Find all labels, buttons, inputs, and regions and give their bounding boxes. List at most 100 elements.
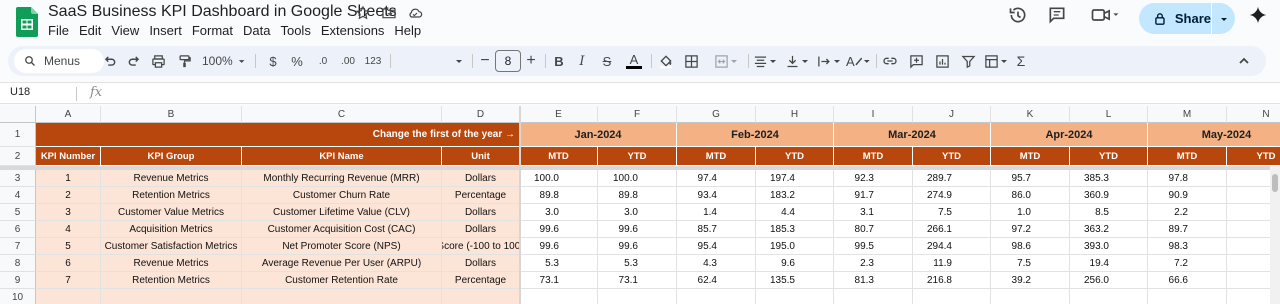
data-cell[interactable]: 81.3 [834, 272, 913, 289]
column-header-l[interactable]: L [1070, 106, 1148, 123]
data-cell[interactable]: 97.8 [1148, 170, 1227, 187]
data-cell[interactable]: 7 [36, 272, 101, 289]
data-cell[interactable]: Customer Acquisition Cost (CAC) [242, 221, 442, 238]
row-header-6[interactable]: 6 [0, 221, 36, 238]
print-icon[interactable] [148, 50, 168, 72]
data-cell[interactable]: Percentage [442, 187, 520, 204]
data-cell[interactable]: 100.0 [598, 170, 677, 187]
data-cell[interactable]: 7.5 [913, 204, 991, 221]
data-cell[interactable]: 256.0 [1070, 272, 1148, 289]
data-cell[interactable]: Net Promoter Score (NPS) [242, 238, 442, 255]
menu-data[interactable]: Data [243, 23, 276, 38]
data-cell[interactable]: 274.9 [913, 187, 991, 204]
data-cell[interactable]: 99.6 [520, 221, 598, 238]
data-cell[interactable]: 73.1 [520, 272, 598, 289]
column-header-d[interactable]: D [442, 106, 520, 123]
bold-icon[interactable]: B [550, 50, 568, 72]
row-header-9[interactable]: 9 [0, 272, 36, 289]
data-cell[interactable]: Customer Value Metrics [101, 204, 242, 221]
share-button[interactable]: Share [1139, 3, 1211, 34]
data-cell[interactable]: Dollars [442, 255, 520, 272]
data-cell[interactable]: Customer Lifetime Value (CLV) [242, 204, 442, 221]
row-header-10[interactable]: 10 [0, 289, 36, 304]
font-family-select[interactable] [394, 50, 464, 72]
row-header-1[interactable]: 1 [0, 123, 36, 147]
menu-extensions[interactable]: Extensions [321, 23, 391, 38]
name-box[interactable]: U18 [10, 86, 30, 98]
empty-cell[interactable] [242, 289, 442, 304]
row-header-4[interactable]: 4 [0, 187, 36, 204]
insert-comment-icon[interactable] [906, 50, 926, 72]
column-header-m[interactable]: M [1148, 106, 1227, 123]
column-header-i[interactable]: I [834, 106, 913, 123]
undo-icon[interactable] [100, 50, 120, 72]
data-cell[interactable]: 197.4 [756, 170, 834, 187]
row-header-3[interactable]: 3 [0, 170, 36, 187]
column-header-b[interactable]: B [101, 106, 242, 123]
data-cell[interactable]: 89.8 [598, 187, 677, 204]
data-cell[interactable]: 99.6 [598, 221, 677, 238]
data-cell[interactable]: 183.2 [756, 187, 834, 204]
data-cell[interactable]: 89.7 [1148, 221, 1227, 238]
data-cell[interactable]: 185.3 [756, 221, 834, 238]
menu-format[interactable]: Format [192, 23, 239, 38]
column-header-c[interactable]: C [242, 106, 442, 123]
data-cell[interactable]: 89.8 [520, 187, 598, 204]
percent-format-button[interactable]: % [289, 50, 305, 72]
data-cell[interactable]: 93.4 [677, 187, 756, 204]
empty-cell[interactable] [442, 289, 520, 304]
data-cell[interactable]: 360.9 [1070, 187, 1148, 204]
data-cell[interactable]: 216.8 [913, 272, 991, 289]
filter-icon[interactable] [958, 50, 978, 72]
data-cell[interactable]: 99.5 [834, 238, 913, 255]
redo-icon[interactable] [124, 50, 144, 72]
data-cell[interactable]: 95.7 [991, 170, 1070, 187]
insert-link-icon[interactable] [880, 50, 900, 72]
decrease-decimal-button[interactable]: .0 [312, 50, 334, 72]
scrollbar-thumb[interactable] [1272, 174, 1278, 192]
data-cell[interactable]: Acquisition Metrics [101, 221, 242, 238]
empty-cell[interactable] [36, 289, 101, 304]
data-cell[interactable]: 363.2 [1070, 221, 1148, 238]
fill-color-icon[interactable] [656, 50, 676, 72]
text-wrapping-icon[interactable] [816, 50, 842, 72]
data-cell[interactable]: Revenue Metrics [101, 255, 242, 272]
sheets-logo-icon[interactable] [16, 7, 38, 37]
data-cell[interactable]: 99.6 [598, 238, 677, 255]
vertical-align-icon[interactable] [784, 50, 810, 72]
data-cell[interactable]: Customer Retention Rate [242, 272, 442, 289]
menu-file[interactable]: File [48, 23, 75, 38]
data-cell[interactable]: 9.6 [756, 255, 834, 272]
data-cell[interactable]: 73.1 [598, 272, 677, 289]
font-size-input[interactable]: 8 [495, 50, 521, 72]
number-format-button[interactable]: 123 [362, 50, 384, 72]
data-cell[interactable]: 86.0 [991, 187, 1070, 204]
data-cell[interactable]: 385.3 [1070, 170, 1148, 187]
increase-decimal-button[interactable]: .00 [336, 50, 360, 72]
data-cell[interactable]: 7.2 [1148, 255, 1227, 272]
data-cell[interactable]: 266.1 [913, 221, 991, 238]
data-cell[interactable]: 3.0 [520, 204, 598, 221]
formula-input[interactable] [112, 85, 1262, 101]
text-rotation-icon[interactable]: A [846, 50, 872, 72]
empty-cell[interactable] [677, 289, 756, 304]
data-cell[interactable]: 85.7 [677, 221, 756, 238]
menu-insert[interactable]: Insert [149, 23, 188, 38]
insert-chart-icon[interactable] [932, 50, 952, 72]
empty-cell[interactable] [913, 289, 991, 304]
data-cell[interactable]: 289.7 [913, 170, 991, 187]
data-cell[interactable]: Dollars [442, 221, 520, 238]
data-cell[interactable]: Revenue Metrics [101, 170, 242, 187]
row-header-5[interactable]: 5 [0, 204, 36, 221]
horizontal-align-icon[interactable] [752, 50, 778, 72]
data-cell[interactable]: 91.7 [834, 187, 913, 204]
data-cell[interactable]: 5 [36, 238, 101, 255]
paint-format-icon[interactable] [174, 50, 194, 72]
data-cell[interactable]: 92.3 [834, 170, 913, 187]
data-cell[interactable]: 4 [36, 221, 101, 238]
empty-cell[interactable] [598, 289, 677, 304]
data-cell[interactable]: 80.7 [834, 221, 913, 238]
decrease-font-size-icon[interactable]: − [478, 50, 492, 72]
data-cell[interactable]: 294.4 [913, 238, 991, 255]
currency-format-button[interactable]: $ [265, 50, 281, 72]
